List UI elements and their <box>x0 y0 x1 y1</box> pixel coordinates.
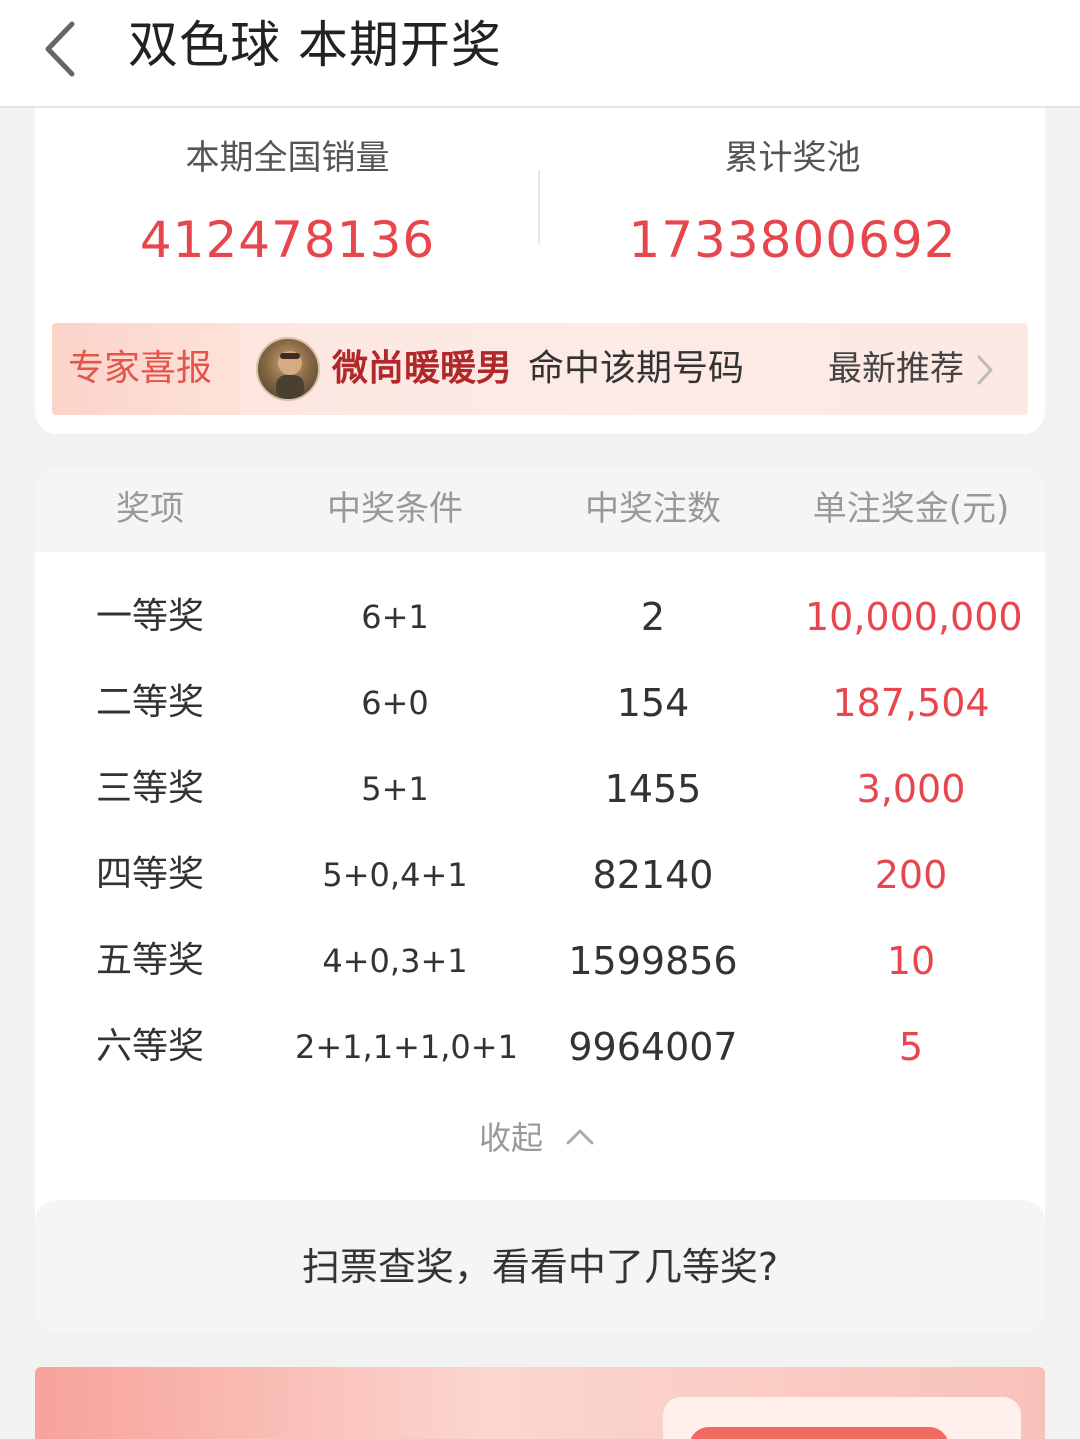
draw-summary-card: 本期全国销量 412478136 累计奖池 1733800692 专家喜报 微尚… <box>35 108 1045 434</box>
prize-table-card: 奖项 中奖条件 中奖注数 单注奖金(元) 一等奖 6+1 2 10,000,00… <box>35 466 1045 1334</box>
header-count: 中奖注数 <box>585 489 721 529</box>
prize-amount: 187,504 <box>832 681 990 725</box>
prize-pool-label: 累计奖池 <box>724 138 861 178</box>
prize-condition: 4+0,3+1 <box>322 942 468 980</box>
prize-level: 一等奖 <box>95 596 204 637</box>
table-row: 六等奖 2+1,1+1,0+1 9964007 5 <box>35 1004 1045 1090</box>
promo-card <box>663 1397 1021 1439</box>
prize-condition: 2+1,1+1,0+1 <box>295 1028 518 1066</box>
prize-condition: 6+1 <box>361 598 429 636</box>
expert-tag: 专家喜报 <box>52 323 240 415</box>
chevron-up-icon <box>566 1129 594 1145</box>
table-row: 四等奖 5+0,4+1 82140 200 <box>35 832 1045 918</box>
table-row: 二等奖 6+0 154 187,504 <box>35 660 1045 746</box>
promo-graphic <box>689 1427 949 1439</box>
prize-condition: 5+0,4+1 <box>322 856 468 894</box>
prize-count: 1599856 <box>568 939 738 983</box>
avatar-portrait-icon <box>276 351 304 399</box>
table-row: 三等奖 5+1 1455 3,000 <box>35 746 1045 832</box>
scan-ticket-text: 扫票查奖，看看中了几等奖? <box>301 1245 779 1289</box>
national-sales-value: 412478136 <box>139 211 436 269</box>
expert-name[interactable]: 微尚暖暖男 <box>332 323 512 415</box>
prize-condition: 6+0 <box>361 684 429 722</box>
page-title: 双色球 本期开奖 <box>128 16 502 74</box>
prize-amount: 10 <box>886 939 936 983</box>
scan-ticket-button[interactable]: 扫票查奖，看看中了几等奖? <box>35 1200 1045 1334</box>
header-condition: 中奖条件 <box>327 489 463 529</box>
prize-count: 9964007 <box>568 1025 738 1069</box>
prize-count: 154 <box>616 681 690 725</box>
national-sales-label: 本期全国销量 <box>185 138 390 178</box>
prize-pool-stat: 累计奖池 1733800692 <box>540 134 1045 270</box>
prize-pool-value: 1733800692 <box>628 211 957 269</box>
prize-level: 四等奖 <box>95 854 204 895</box>
prize-count: 82140 <box>592 853 714 897</box>
back-arrow-icon[interactable] <box>36 16 86 82</box>
top-navigation-bar: 双色球 本期开奖 <box>0 0 1080 108</box>
expert-news-banner[interactable]: 专家喜报 微尚暖暖男 命中该期号码 最新推荐 <box>52 323 1028 415</box>
prize-level: 六等奖 <box>95 1026 204 1067</box>
table-header: 奖项 中奖条件 中奖注数 单注奖金(元) <box>35 466 1045 552</box>
collapse-label: 收起 <box>479 1119 544 1157</box>
promo-banner[interactable] <box>35 1367 1045 1439</box>
collapse-button[interactable]: 收起 <box>465 1106 635 1170</box>
prize-level: 五等奖 <box>95 940 204 981</box>
table-row: 五等奖 4+0,3+1 1599856 10 <box>35 918 1045 1004</box>
prize-amount: 5 <box>898 1025 924 1069</box>
prize-count: 1455 <box>604 767 702 811</box>
expert-tag-label: 专家喜报 <box>68 348 213 389</box>
table-row: 一等奖 6+1 2 10,000,000 <box>35 574 1045 660</box>
prize-amount: 200 <box>874 853 948 897</box>
prize-amount: 3,000 <box>856 767 966 811</box>
chevron-right-icon[interactable] <box>974 353 996 387</box>
avatar[interactable] <box>256 337 320 401</box>
national-sales-stat: 本期全国销量 412478136 <box>35 134 540 270</box>
header-amount: 单注奖金(元) <box>812 489 1010 529</box>
prize-level: 二等奖 <box>95 682 204 723</box>
prize-amount: 10,000,000 <box>805 595 1023 639</box>
prize-level: 三等奖 <box>95 768 204 809</box>
header-level: 奖项 <box>116 489 184 529</box>
latest-recommend-link[interactable]: 最新推荐 <box>828 323 964 415</box>
prize-condition: 5+1 <box>361 770 429 808</box>
expert-hit-text: 命中该期号码 <box>528 348 745 389</box>
prize-count: 2 <box>640 595 666 639</box>
